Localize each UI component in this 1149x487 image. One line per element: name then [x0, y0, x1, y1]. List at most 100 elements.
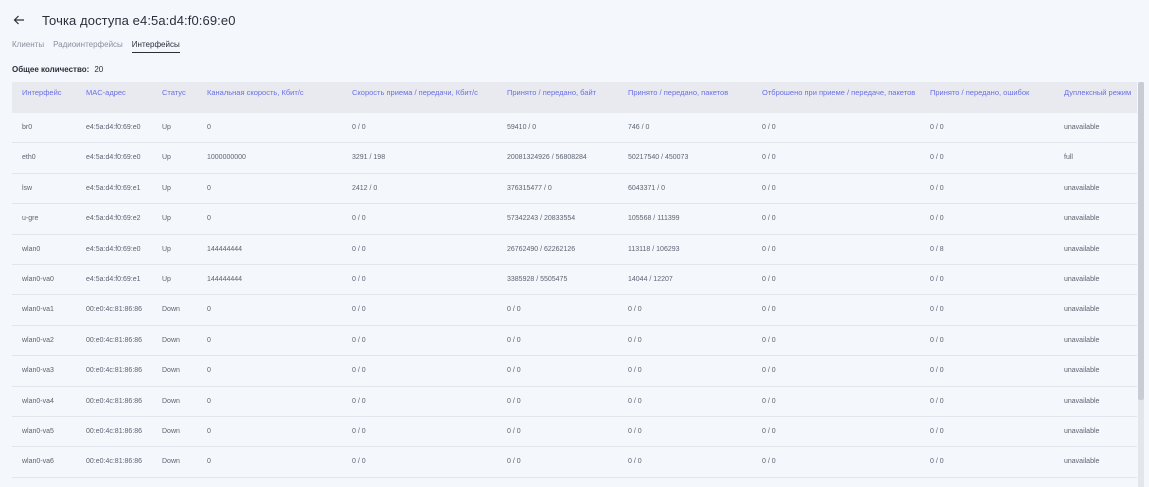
- table-row[interactable]: lsw e4:5a:d4:f0:69:e1 Up 0 2412 / 0 376315477…: [12, 174, 1137, 205]
- table-row[interactable]: br0 e4:5a:d4:f0:69:e0 Up 0 0 / 0 59410 / 0 746…: [12, 113, 1137, 144]
- table-cell: unavailable: [1064, 215, 1100, 223]
- table-cell: 0 / 0: [930, 306, 944, 314]
- table-row[interactable]: wlan0 e4:5a:d4:f0:69:e0 Up 144444444 0 / 0 26…: [12, 235, 1137, 265]
- table-cell: wlan0: [22, 245, 41, 253]
- column-header[interactable]: MAC-адрес: [86, 88, 156, 98]
- table-cell: 0 / 0: [628, 427, 642, 435]
- table-cell: wlan0-va0: [22, 275, 54, 283]
- table-cell: 0 / 0: [352, 336, 366, 344]
- table-cell: 0: [207, 124, 211, 131]
- table-cell: 113118 / 106293: [628, 245, 680, 253]
- table-cell: 0 / 0: [352, 306, 366, 314]
- table-cell: 0 / 0: [352, 458, 366, 466]
- table-cell: unavailable: [1064, 184, 1100, 192]
- tab-bar: Клиенты Радиоинтерфейсы Интерфейсы: [12, 40, 180, 53]
- table-row[interactable]: wlan0-va1 00:e0:4c:81:86:86 Down 0 0 / 0 0 / …: [12, 295, 1137, 326]
- table-row[interactable]: eth0 e4:5a:d4:f0:69:e0 Up 1000000000 3291 / …: [12, 143, 1137, 174]
- table-cell: 1000000000: [207, 154, 246, 162]
- table-row[interactable]: wlan0-va5 00:e0:4c:81:86:86 Down 0 0 / 0 0 / …: [12, 417, 1137, 448]
- table-cell: lsw: [22, 184, 33, 192]
- table-cell: br0: [22, 124, 33, 131]
- table-cell: e4:5a:d4:f0:69:e2: [86, 215, 141, 223]
- table-cell: wlan0-va2: [22, 336, 54, 344]
- table-cell: 0 / 0: [762, 306, 776, 314]
- table-cell: 0 / 0: [507, 306, 521, 314]
- table-cell: 0 / 0: [628, 306, 642, 314]
- table-cell: 0 / 0: [930, 154, 944, 162]
- table-cell: 0: [207, 306, 211, 314]
- table-cell: 0: [207, 184, 211, 192]
- column-header[interactable]: Дуплексный режим: [1064, 88, 1134, 98]
- table-cell: 105568 / 111399: [628, 215, 680, 223]
- table-cell: 0 / 0: [930, 275, 944, 283]
- table-cell: wlan0-va1: [22, 306, 54, 314]
- table-cell: 0 / 0: [628, 367, 642, 375]
- table-cell: 0 / 0: [762, 397, 776, 405]
- table-cell: 0 / 0: [628, 397, 642, 405]
- table-row[interactable]: wlan0-va3 00:e0:4c:81:86:86 Down 0 0 / 0 0 / …: [12, 356, 1137, 387]
- column-header[interactable]: Статус: [162, 88, 202, 98]
- table-cell: 00:e0:4c:81:86:86: [86, 306, 143, 314]
- table-cell: 0 / 0: [507, 458, 521, 466]
- table-cell: wlan0-va4: [22, 397, 54, 405]
- tab-clients[interactable]: Клиенты: [12, 40, 44, 53]
- table-cell: unavailable: [1064, 245, 1100, 253]
- table-cell: Up: [162, 124, 171, 131]
- table-cell: 6043371 / 0: [628, 184, 665, 192]
- table-row[interactable]: u-gre e4:5a:d4:f0:69:e2 Up 0 0 / 0 57342243 /…: [12, 204, 1137, 235]
- vertical-scrollbar[interactable]: [1138, 82, 1144, 487]
- table-cell: unavailable: [1064, 367, 1100, 375]
- column-header[interactable]: Отброшено при приеме / передаче, пакетов: [762, 88, 927, 98]
- table-cell: 144444444: [207, 275, 243, 283]
- table-cell: 50217540 / 450073: [628, 154, 689, 162]
- table-body: br0 e4:5a:d4:f0:69:e0 Up 0 0 / 0 59410 / 0 746…: [12, 113, 1137, 478]
- table-row[interactable]: wlan0-va0 e4:5a:d4:f0:69:e1 Up 144444444 0 /…: [12, 265, 1137, 296]
- table-cell: 0 / 0: [352, 275, 366, 283]
- table-cell: e4:5a:d4:f0:69:e1: [86, 184, 141, 192]
- table-cell: Up: [162, 275, 171, 283]
- table-cell: 00:e0:4c:81:86:86: [86, 397, 143, 405]
- table-cell: 0 / 0: [762, 458, 776, 466]
- table-cell: Up: [162, 154, 171, 162]
- table-cell: Down: [162, 336, 180, 344]
- table-cell: 0: [207, 397, 211, 405]
- total-count-value: 20: [94, 65, 104, 74]
- column-header[interactable]: Скорость приема / передачи, Кбит/с: [352, 88, 502, 98]
- table-cell: unavailable: [1064, 427, 1100, 435]
- page: Точка доступа e4:5a:d4:f0:69:e0 Клиенты …: [0, 0, 1149, 487]
- table-cell: eth0: [22, 154, 36, 162]
- column-header[interactable]: Принято / передано, пакетов: [628, 88, 758, 98]
- column-header[interactable]: Принято / передано, ошибок: [930, 88, 1060, 98]
- tab-radio-interfaces[interactable]: Радиоинтерфейсы: [53, 40, 123, 53]
- table-row[interactable]: wlan0-va6 00:e0:4c:81:86:86 Down 0 0 / 0 0 / …: [12, 447, 1137, 478]
- table-cell: 0 / 0: [762, 184, 776, 192]
- table-row[interactable]: wlan0-va2 00:e0:4c:81:86:86 Down 0 0 / 0 0 / …: [12, 326, 1137, 357]
- column-header[interactable]: Интерфейс: [22, 88, 82, 98]
- table-cell: wlan0-va5: [22, 427, 54, 435]
- column-header[interactable]: Принято / передано, байт: [507, 88, 622, 98]
- table-cell: 3385928 / 5505475: [507, 275, 568, 283]
- table-cell: 2412 / 0: [352, 184, 378, 192]
- total-count-label: Общее количество:: [12, 65, 90, 74]
- column-header[interactable]: Канальная скорость, Кбит/с: [207, 88, 347, 98]
- scrollbar-thumb[interactable]: [1138, 82, 1144, 400]
- table-cell: unavailable: [1064, 275, 1100, 283]
- table-cell: Up: [162, 245, 171, 253]
- table-row[interactable]: wlan0-va4 00:e0:4c:81:86:86 Down 0 0 / 0 0 / …: [12, 387, 1137, 417]
- table-cell: Down: [162, 427, 180, 435]
- table-cell: 0 / 0: [930, 458, 944, 466]
- table-cell: 0 / 0: [352, 427, 366, 435]
- table-cell: 00:e0:4c:81:86:86: [86, 458, 143, 466]
- interfaces-table: Интерфейс MAC-адрес Статус Канальная скорос…: [12, 82, 1137, 478]
- table-cell: unavailable: [1064, 397, 1100, 405]
- table-cell: 0 / 0: [352, 397, 366, 405]
- tab-interfaces[interactable]: Интерфейсы: [131, 40, 180, 53]
- table-cell: unavailable: [1064, 124, 1100, 131]
- arrow-left-icon[interactable]: [12, 13, 26, 27]
- table-cell: 0 / 0: [930, 397, 944, 405]
- table-cell: e4:5a:d4:f0:69:e1: [86, 275, 141, 283]
- table-cell: unavailable: [1064, 336, 1100, 344]
- table-cell: 0 / 0: [930, 184, 944, 192]
- table-cell: Down: [162, 306, 180, 314]
- table-cell: 0 / 0: [628, 458, 642, 466]
